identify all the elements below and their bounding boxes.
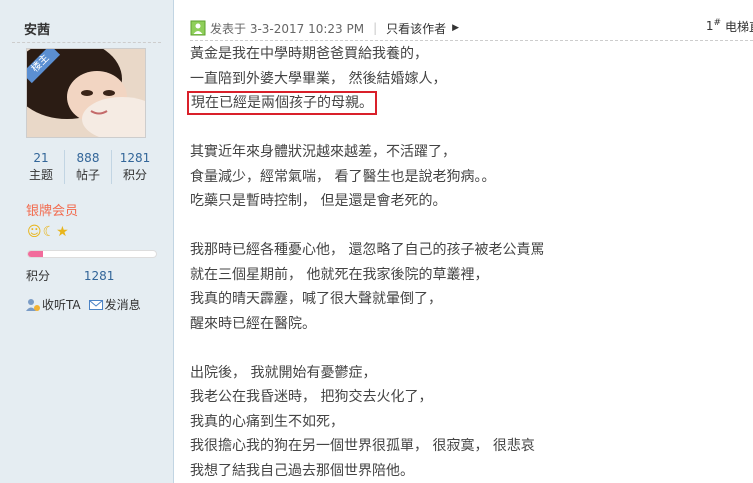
author-only-link[interactable]: 只看该作者 bbox=[386, 20, 446, 37]
stat-points[interactable]: 1281 积分 bbox=[112, 150, 158, 184]
header-divider bbox=[190, 40, 753, 41]
message-button[interactable]: 发消息 bbox=[88, 296, 141, 313]
post-line: 食量減少，經常氣喘， 看了醫生也是說老狗病。。 bbox=[190, 168, 496, 185]
post-line: 我真的心痛到生不如死， bbox=[190, 413, 344, 430]
post-main: 发表于 3-3-2017 10:23 PM | 只看该作者 ▶ 1# 电梯直达 … bbox=[174, 0, 753, 483]
post-line: 我老公在我昏迷時， 把狗交去火化了， bbox=[190, 389, 433, 405]
post-line: 黃金是我在中學時期爸爸買給我養的， bbox=[190, 46, 428, 62]
post-content: 黃金是我在中學時期爸爸買給我養的， 一直陪到外婆大學畢業， 然後結婚嫁人， 現在… bbox=[187, 42, 730, 483]
username[interactable]: 安茜 bbox=[24, 19, 50, 38]
post-line-highlighted: 現在已經是兩個孩子的母親。 bbox=[187, 91, 730, 116]
message-label: 发消息 bbox=[104, 298, 141, 312]
user-actions: 收听TA 发消息 bbox=[26, 296, 141, 313]
post-line: 其實近年來身體狀況越來越差，不活躍了， bbox=[190, 144, 456, 160]
stat-value: 888 bbox=[76, 151, 100, 165]
avatar[interactable]: 楼主 bbox=[26, 48, 146, 138]
post-line: 就在三個星期前， 他就死在我家後院的草叢裡， bbox=[190, 266, 489, 283]
author-sidebar: 安茜 楼主 21 主题 888 帖子 1281 积分 银牌会员 ☺ ☾ ★ 积分… bbox=[0, 0, 174, 483]
stat-label: 帖子 bbox=[75, 168, 100, 182]
divider bbox=[12, 42, 161, 43]
follow-button[interactable]: 收听TA bbox=[26, 296, 81, 313]
star-icon: ★ bbox=[56, 224, 69, 240]
envelope-icon bbox=[88, 299, 103, 310]
stat-threads[interactable]: 21 主题 bbox=[18, 150, 65, 184]
highlight-box: 現在已經是兩個孩子的母親。 bbox=[187, 91, 377, 115]
user-stats: 21 主题 888 帖子 1281 积分 bbox=[18, 150, 158, 184]
post-time: 发表于 3-3-2017 10:23 PM bbox=[210, 21, 365, 36]
rank-icons: ☺ ☾ ★ bbox=[27, 224, 69, 240]
post-line: 出院後， 我就開始有憂鬱症， bbox=[190, 364, 377, 381]
stat-value: 21 bbox=[33, 151, 49, 165]
level-progress-fill bbox=[28, 251, 44, 257]
floor-jump-link[interactable]: 电梯直达 bbox=[725, 18, 753, 35]
post-line: 我真的晴天霹靂，喊了很大聲就暈倒了， bbox=[190, 291, 442, 307]
post-line: 醒來時已經在醫院。 bbox=[190, 315, 316, 332]
smiley-icon: ☺ bbox=[27, 224, 42, 240]
floor-mark: # bbox=[713, 18, 721, 28]
play-icon: ▶ bbox=[452, 23, 460, 33]
floor-number[interactable]: 1# bbox=[706, 18, 721, 33]
points-row: 积分 1281 bbox=[26, 267, 114, 284]
post-line: 吃藥只是暫時控制， 但是還是會老死的。 bbox=[190, 193, 447, 209]
points-value: 1281 bbox=[83, 269, 115, 283]
post-line: 我很擔心我的狗在另一個世界很孤單， 很寂寞， 很悲哀 bbox=[190, 438, 535, 454]
stat-label: 积分 bbox=[122, 168, 147, 182]
separator: | bbox=[373, 21, 378, 35]
follow-icon bbox=[26, 298, 40, 311]
stat-label: 主题 bbox=[28, 168, 53, 182]
stat-value: 1281 bbox=[119, 151, 151, 165]
post-header: 发表于 3-3-2017 10:23 PM | 只看该作者 ▶ bbox=[190, 18, 753, 38]
post-line: 我想了結我自己過去那個世界陪他。 bbox=[190, 462, 414, 479]
user-group[interactable]: 银牌会员 bbox=[26, 200, 78, 219]
moon-icon: ☾ bbox=[42, 224, 56, 240]
points-label: 积分 bbox=[26, 269, 51, 283]
online-status-icon bbox=[190, 20, 206, 36]
post-line: 一直陪到外婆大學畢業， 然後結婚嫁人， bbox=[190, 70, 447, 87]
level-progress-bar bbox=[27, 250, 157, 258]
stat-posts[interactable]: 888 帖子 bbox=[65, 150, 112, 184]
post-line: 我那時已經各種憂心他， 還忽略了自己的孩子被老公責罵 bbox=[190, 242, 545, 258]
follow-label: 收听TA bbox=[42, 298, 81, 312]
